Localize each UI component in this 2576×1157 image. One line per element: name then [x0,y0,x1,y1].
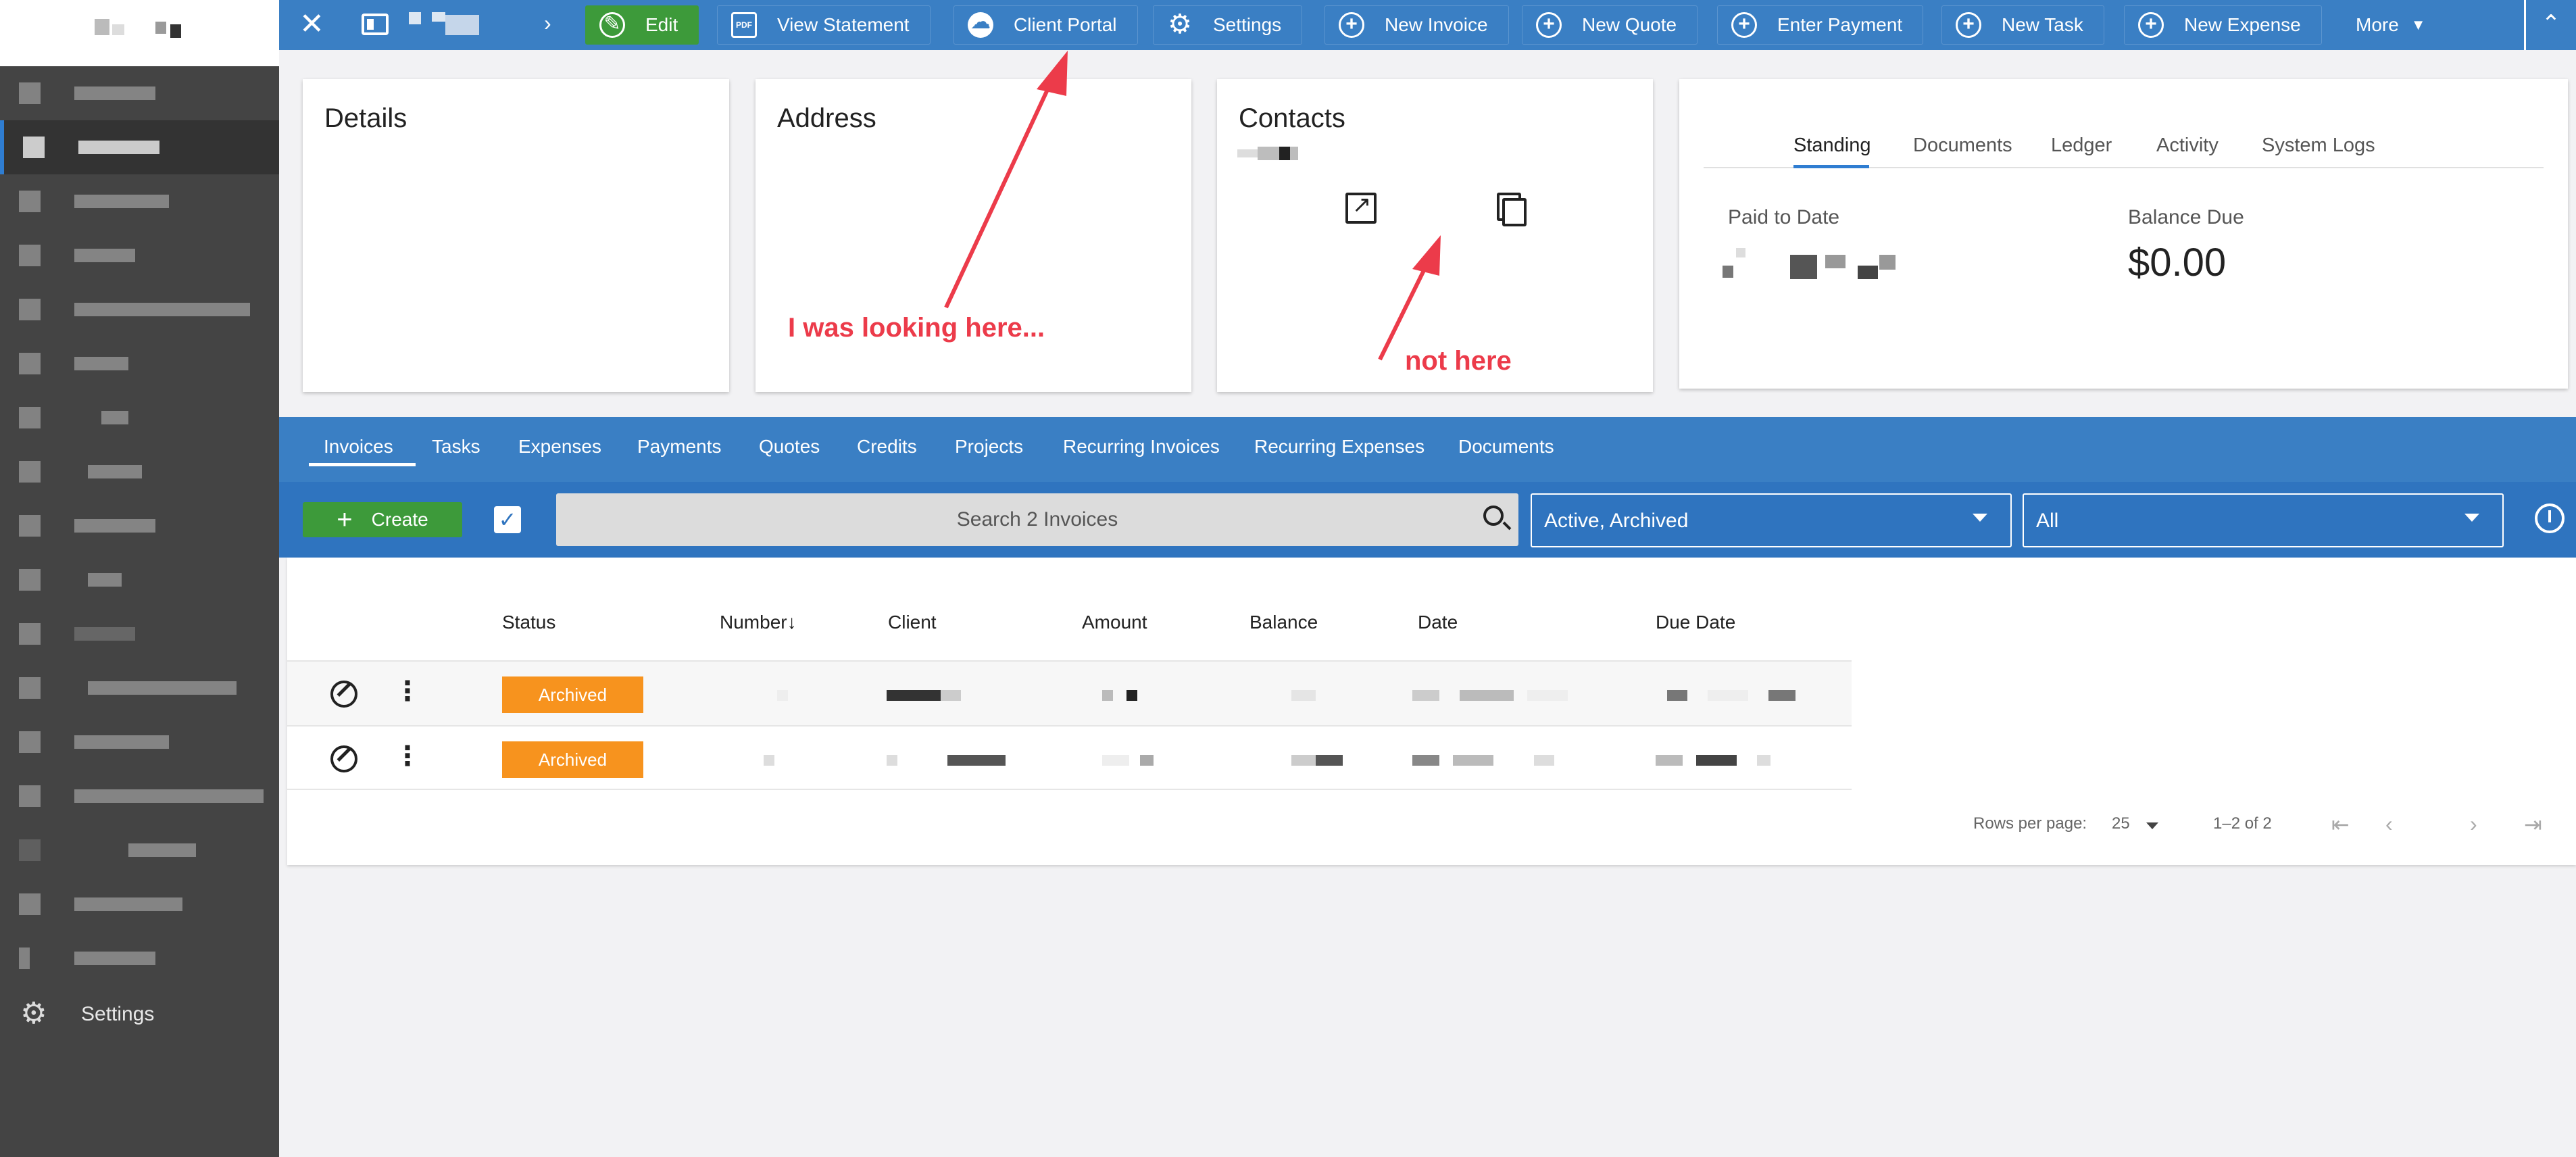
entity-tab-bar: Invoices Tasks Expenses Payments Quotes … [279,417,2576,482]
table-row[interactable]: ⋮ Archived [287,725,1852,790]
edit-icon[interactable] [330,745,357,772]
history-icon[interactable] [2535,503,2565,533]
status-filter-value: Active, Archived [1544,510,1689,532]
rows-per-page-select[interactable]: 25 [2112,814,2130,833]
rows-per-page-label: Rows per page: [1973,814,2087,833]
client-cell [887,755,1008,766]
plus-icon: + [337,505,353,535]
create-button[interactable]: + Create [303,502,462,537]
client-cell [887,690,968,701]
arrow-to-contacts [1378,262,1429,361]
status-badge: Archived [502,741,643,778]
last-page-icon[interactable]: ⇥ [2524,812,2542,837]
tab-projects[interactable]: Projects [955,436,1023,458]
custom-filter-value: All [2036,510,2059,532]
tab-expenses[interactable]: Expenses [518,436,601,458]
tab-quotes[interactable]: Quotes [759,436,820,458]
arrow-to-client-portal [944,80,1054,309]
active-tab-indicator [309,463,416,466]
column-number-label: Number [720,612,787,633]
search-bar [556,493,1518,546]
list-toolbar: + Create ✓ Active, Archived All [279,482,2576,558]
pagination-range: 1–2 of 2 [2213,814,2272,833]
tab-payments[interactable]: Payments [637,436,722,458]
custom-filter-dropdown[interactable]: All [2023,493,2504,547]
invoices-table: Status Number↓ Client Amount Balance Dat… [287,558,2576,865]
table-row[interactable]: ⋮ Archived [287,660,1852,725]
number-cell [777,690,791,701]
date-cell [1412,690,1581,701]
tab-recurring-expenses[interactable]: Recurring Expenses [1254,436,1425,458]
create-label: Create [371,509,428,530]
date-cell [1412,755,1581,766]
more-vert-icon[interactable]: ⋮ [394,743,421,770]
arrow-head [1037,51,1068,96]
tab-credits[interactable]: Credits [857,436,917,458]
search-icon[interactable] [1483,506,1504,526]
column-date[interactable]: Date [1418,612,1458,633]
status-filter-dropdown[interactable]: Active, Archived [1531,493,2012,547]
sort-arrow-icon: ↓ [787,612,797,633]
caret-down-icon[interactable] [2146,822,2158,829]
previous-page-icon[interactable]: ‹ [2385,812,2393,837]
amount-cell [1102,690,1143,701]
status-badge: Archived [502,676,643,713]
amount-cell [1102,755,1163,766]
due-date-cell [1656,755,1811,766]
caret-down-icon [2464,514,2479,522]
column-amount[interactable]: Amount [1082,612,1147,633]
balance-cell [1291,755,1345,766]
column-number[interactable]: Number↓ [720,612,797,633]
search-input[interactable] [556,493,1518,546]
arrow-head [1412,235,1441,276]
edit-icon[interactable] [330,681,357,708]
column-status[interactable]: Status [502,612,555,633]
tab-invoices[interactable]: Invoices [324,436,393,458]
caret-down-icon [1973,514,1987,522]
balance-cell [1291,690,1318,701]
more-vert-icon[interactable]: ⋮ [394,678,421,705]
due-date-cell [1667,690,1823,701]
select-all-checkbox[interactable]: ✓ [494,506,521,533]
number-cell [764,755,777,766]
tab-recurring-invoices[interactable]: Recurring Invoices [1063,436,1220,458]
column-balance[interactable]: Balance [1249,612,1318,633]
tab-documents[interactable]: Documents [1458,436,1554,458]
column-due-date[interactable]: Due Date [1656,612,1735,633]
next-page-icon[interactable]: › [2470,812,2477,837]
first-page-icon[interactable]: ⇤ [2331,812,2350,837]
tab-tasks[interactable]: Tasks [432,436,480,458]
column-client[interactable]: Client [888,612,937,633]
